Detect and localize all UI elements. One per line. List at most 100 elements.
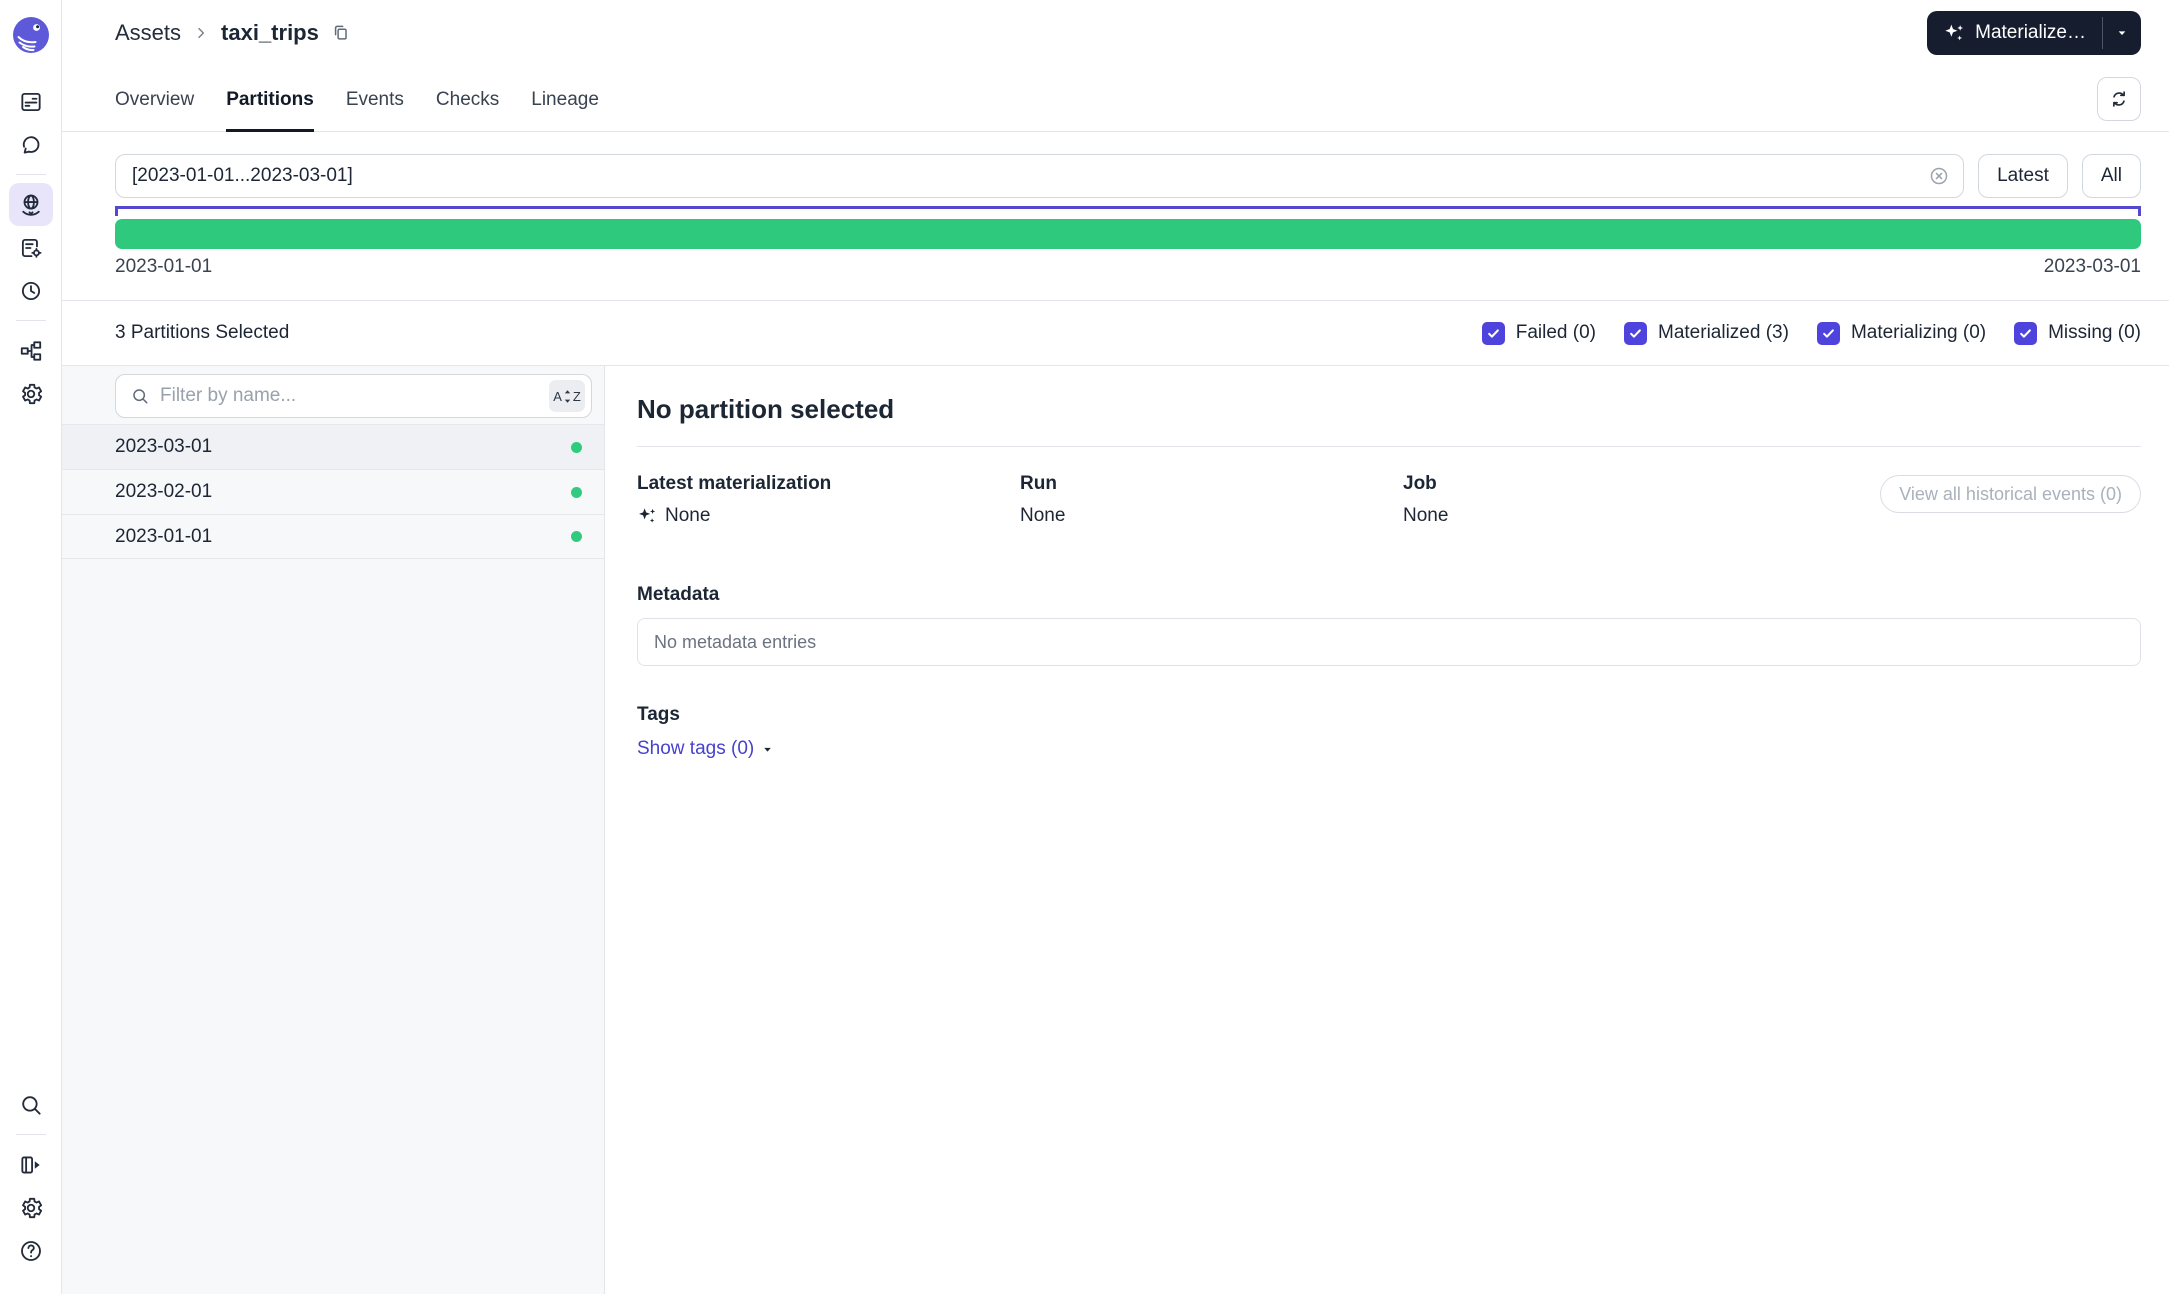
all-button[interactable]: All <box>2082 154 2141 198</box>
nav-bottom-group <box>9 1083 53 1272</box>
clock-icon <box>18 278 44 304</box>
partition-row-2023-02-01[interactable]: 2023-02-01 <box>62 469 604 514</box>
refresh-icon <box>2108 88 2130 110</box>
sort-alphabetical-button[interactable]: A Z <box>549 380 585 412</box>
sort-letter-z: Z <box>573 389 581 404</box>
tab-partitions[interactable]: Partitions <box>226 89 314 132</box>
latest-materialization-value: None <box>665 504 710 528</box>
job-label: Job <box>1403 473 1880 495</box>
sidebar-item-deployment[interactable] <box>9 329 53 372</box>
view-historical-events-button[interactable]: View all historical events (0) <box>1880 475 2141 513</box>
sparkle-icon <box>1943 22 1965 44</box>
range-start-date: 2023-01-01 <box>115 256 212 278</box>
sidebar-item-assets[interactable] <box>9 183 53 226</box>
clear-range-button[interactable] <box>1928 165 1950 187</box>
left-nav-rail <box>0 0 62 1294</box>
graph-icon <box>18 338 44 364</box>
sidebar-item-user-settings[interactable] <box>9 1186 53 1229</box>
metadata-heading: Metadata <box>637 584 2141 606</box>
nav-top-group <box>9 16 53 415</box>
sidebar-item-overview[interactable] <box>9 80 53 123</box>
tab-overview[interactable]: Overview <box>115 89 194 132</box>
filter-failed[interactable]: Failed (0) <box>1482 322 1596 345</box>
breadcrumb-assets-link[interactable]: Assets <box>115 20 181 46</box>
nav-divider <box>16 320 46 321</box>
page-title: taxi_trips <box>221 20 319 46</box>
latest-materialization-label: Latest materialization <box>637 473 1020 495</box>
missing-checkbox[interactable] <box>2014 322 2037 345</box>
partition-range-dates: 2023-01-01 2023-03-01 <box>115 256 2141 278</box>
job-value: None <box>1403 504 1448 528</box>
partition-health-bar[interactable] <box>115 219 2141 249</box>
latest-button[interactable]: Latest <box>1978 154 2068 198</box>
failed-label: Failed (0) <box>1516 322 1596 344</box>
filter-materializing[interactable]: Materializing (0) <box>1817 322 1986 345</box>
sidebar-item-settings[interactable] <box>9 372 53 415</box>
tab-checks[interactable]: Checks <box>436 89 499 132</box>
materialized-status-dot <box>571 531 582 542</box>
run-label: Run <box>1020 473 1403 495</box>
sidebar-item-help[interactable] <box>9 1229 53 1272</box>
partition-range-input[interactable] <box>115 154 1964 198</box>
run-value: None <box>1020 504 1065 528</box>
failed-checkbox[interactable] <box>1482 322 1505 345</box>
partition-list-panel: A Z 2023-03-01 2023-02-01 <box>62 366 605 1294</box>
nav-divider <box>16 174 46 175</box>
sidebar-item-schedules[interactable] <box>9 269 53 312</box>
partition-name: 2023-03-01 <box>115 436 212 458</box>
partition-filter-input[interactable] <box>160 385 539 407</box>
clear-circle-icon <box>1928 165 1950 187</box>
sidebar-item-collapse[interactable] <box>9 1143 53 1186</box>
filter-missing[interactable]: Missing (0) <box>2014 322 2141 345</box>
asset-header: Assets taxi_trips <box>62 0 2169 132</box>
selection-summary-row: 3 Partitions Selected Failed (0) <box>62 300 2169 366</box>
materializing-label: Materializing (0) <box>1851 322 1986 344</box>
detail-divider <box>637 446 2141 447</box>
asset-tabs: Overview Partitions Events Checks Lineag… <box>115 66 599 131</box>
materialize-split-button: Materialize… <box>1927 11 2141 55</box>
filter-materialized[interactable]: Materialized (3) <box>1624 322 1789 345</box>
materialized-checkbox[interactable] <box>1624 322 1647 345</box>
materialize-dropdown-button[interactable] <box>2103 11 2141 55</box>
sidebar-item-runs[interactable] <box>9 123 53 166</box>
main-area: Assets taxi_trips <box>62 0 2169 1294</box>
dagster-logo[interactable] <box>12 16 50 54</box>
overview-icon <box>18 89 44 115</box>
selected-range-indicator <box>115 206 2141 216</box>
tags-heading: Tags <box>637 704 2141 726</box>
partitions-selected-count: 3 Partitions Selected <box>115 322 289 344</box>
check-icon <box>1628 326 1643 341</box>
chevron-right-icon <box>193 25 209 41</box>
partition-range-section: Latest All 2023-01-01 2023-03-01 <box>62 132 2169 300</box>
panel-expand-icon <box>18 1152 44 1178</box>
sparkle-icon <box>637 506 657 526</box>
app-root: Assets taxi_trips <box>0 0 2169 1294</box>
materializing-checkbox[interactable] <box>1817 322 1840 345</box>
jobs-icon <box>18 235 44 261</box>
partition-row-2023-01-01[interactable]: 2023-01-01 <box>62 514 604 559</box>
run-col: Run None <box>1020 473 1403 528</box>
sidebar-item-search[interactable] <box>9 1083 53 1126</box>
missing-label: Missing (0) <box>2048 322 2141 344</box>
partition-detail-panel: No partition selected Latest materializa… <box>605 366 2169 1294</box>
caret-down-icon <box>761 743 774 756</box>
partition-name: 2023-01-01 <box>115 526 212 548</box>
assets-icon <box>18 192 44 218</box>
refresh-button[interactable] <box>2097 77 2141 121</box>
search-icon <box>130 386 150 406</box>
range-end-date: 2023-03-01 <box>2044 256 2141 278</box>
nav-divider <box>16 1134 46 1135</box>
materialized-status-dot <box>571 487 582 498</box>
job-col: Job None <box>1403 473 1880 528</box>
tab-events[interactable]: Events <box>346 89 404 132</box>
tab-lineage[interactable]: Lineage <box>531 89 599 132</box>
copy-icon <box>331 23 351 43</box>
metadata-empty-box: No metadata entries <box>637 618 2141 666</box>
materialize-button[interactable]: Materialize… <box>1927 11 2102 55</box>
partition-row-2023-03-01[interactable]: 2023-03-01 <box>62 424 604 469</box>
copy-asset-name-button[interactable] <box>331 23 351 43</box>
help-icon <box>18 1238 44 1264</box>
sidebar-item-jobs[interactable] <box>9 226 53 269</box>
partition-range-input-wrap <box>115 154 1964 198</box>
show-tags-link[interactable]: Show tags (0) <box>637 738 774 760</box>
